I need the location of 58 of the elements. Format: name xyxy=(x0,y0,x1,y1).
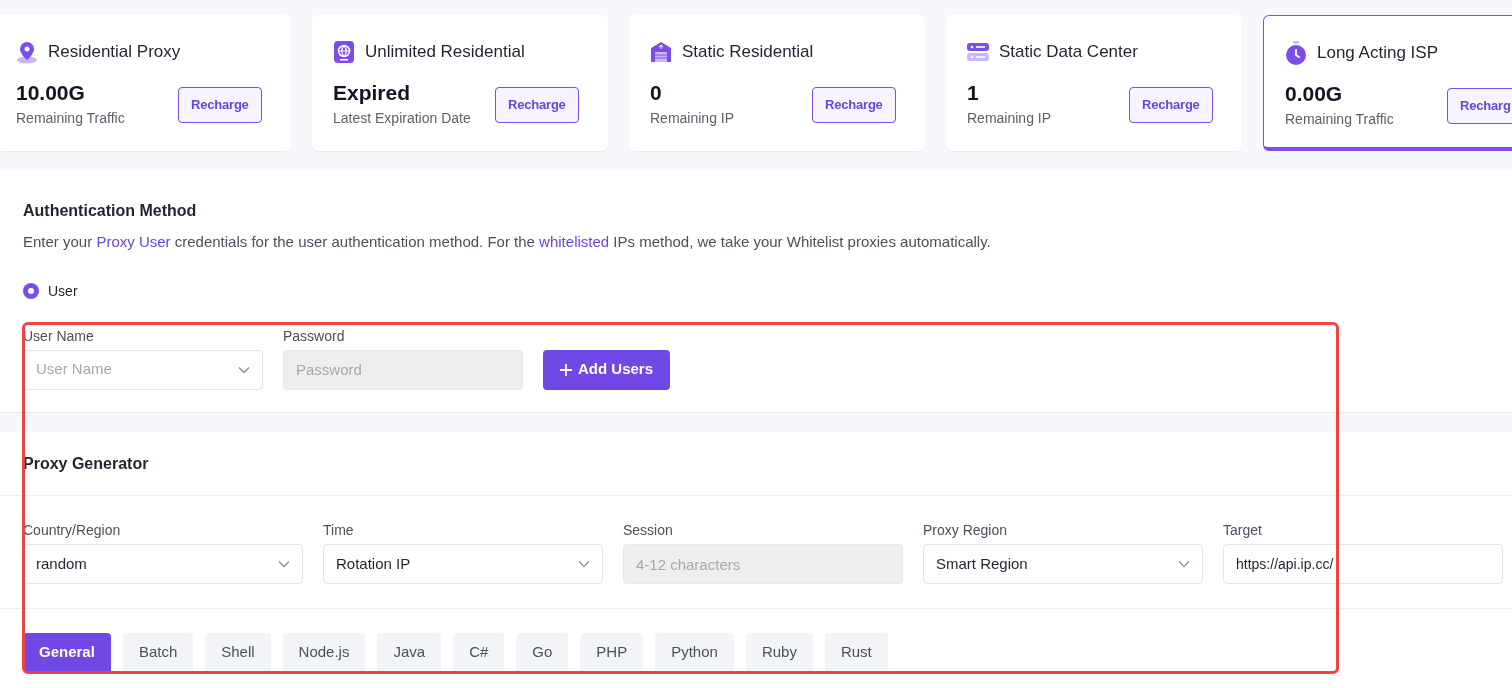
radio-label: User xyxy=(48,281,78,301)
language-tab[interactable]: General xyxy=(23,633,111,671)
chevron-down-icon xyxy=(278,560,290,568)
card-caption: Remaining Traffic xyxy=(1285,109,1395,129)
section-title: Authentication Method xyxy=(23,201,198,221)
radio-button[interactable] xyxy=(23,283,39,299)
location-pin-icon xyxy=(16,39,38,64)
field-label: Time xyxy=(323,522,355,538)
card-value: 0.00G xyxy=(1285,81,1344,106)
card-title: Static Residential xyxy=(682,41,814,63)
recharge-button[interactable]: Recharge xyxy=(812,86,896,123)
card-caption: Remaining IP xyxy=(650,108,736,128)
card-caption: Latest Expiration Date xyxy=(333,108,472,128)
language-tab[interactable]: Go xyxy=(516,633,569,671)
language-tab[interactable]: PHP xyxy=(580,633,644,671)
card-value: Expired xyxy=(333,80,412,105)
language-tab[interactable]: C# xyxy=(453,633,505,671)
field-label: Target xyxy=(1223,522,1263,538)
language-tab[interactable]: Python xyxy=(655,633,734,671)
card-title: Unlimited Residential xyxy=(365,41,525,63)
language-tab[interactable]: Batch xyxy=(122,633,194,671)
language-tab[interactable]: Java xyxy=(377,633,442,671)
select-field[interactable]: Smart Region xyxy=(923,544,1203,584)
description-text: Enter your Proxy User credentials for the user authentication method. For the whitelisted IPs method, we take your Whitelist proxies automatically. xyxy=(23,232,992,252)
recharge-button[interactable]: Recharg xyxy=(1447,87,1512,124)
field-label: Session xyxy=(623,522,674,538)
globe-icon xyxy=(333,39,355,64)
field-label: Country/Region xyxy=(23,522,122,538)
card-caption: Remaining Traffic xyxy=(16,108,126,128)
text-link[interactable]: Proxy User xyxy=(96,233,171,250)
field-label: Proxy Region xyxy=(923,522,1009,538)
chevron-down-icon xyxy=(238,365,250,374)
language-tab[interactable]: Ruby xyxy=(745,633,813,671)
timer-icon xyxy=(1285,40,1307,65)
chevron-down-icon xyxy=(1178,560,1190,568)
chevron-down-icon xyxy=(578,560,590,568)
card-value: 0 xyxy=(650,80,663,105)
card-caption: Remaining IP xyxy=(967,108,1053,128)
card-value: 10.00G xyxy=(16,80,86,105)
plus-icon xyxy=(560,363,572,376)
select-field[interactable]: Rotation IP xyxy=(323,544,603,584)
recharge-button[interactable]: Recharge xyxy=(495,86,579,123)
language-tab[interactable]: Node.js xyxy=(282,633,366,671)
language-tab[interactable]: Shell xyxy=(205,633,271,671)
card-value: 1 xyxy=(967,80,980,105)
card-title: Residential Proxy xyxy=(48,41,181,63)
card-title: Long Acting ISP xyxy=(1317,42,1438,64)
recharge-button[interactable]: Recharge xyxy=(1129,86,1213,123)
language-tab[interactable]: Rust xyxy=(824,633,888,671)
recharge-button[interactable]: Recharge xyxy=(178,86,262,123)
server-icon xyxy=(967,41,989,62)
card-title: Static Data Center xyxy=(999,41,1138,63)
input-field[interactable]: https://api.ip.cc/ xyxy=(1223,544,1503,584)
house-icon xyxy=(650,40,672,63)
field-label: Password xyxy=(283,327,346,344)
text-link[interactable]: whitelisted xyxy=(539,233,610,250)
add-users-button[interactable]: Add Users xyxy=(543,349,671,390)
select-field[interactable]: random xyxy=(23,544,303,584)
